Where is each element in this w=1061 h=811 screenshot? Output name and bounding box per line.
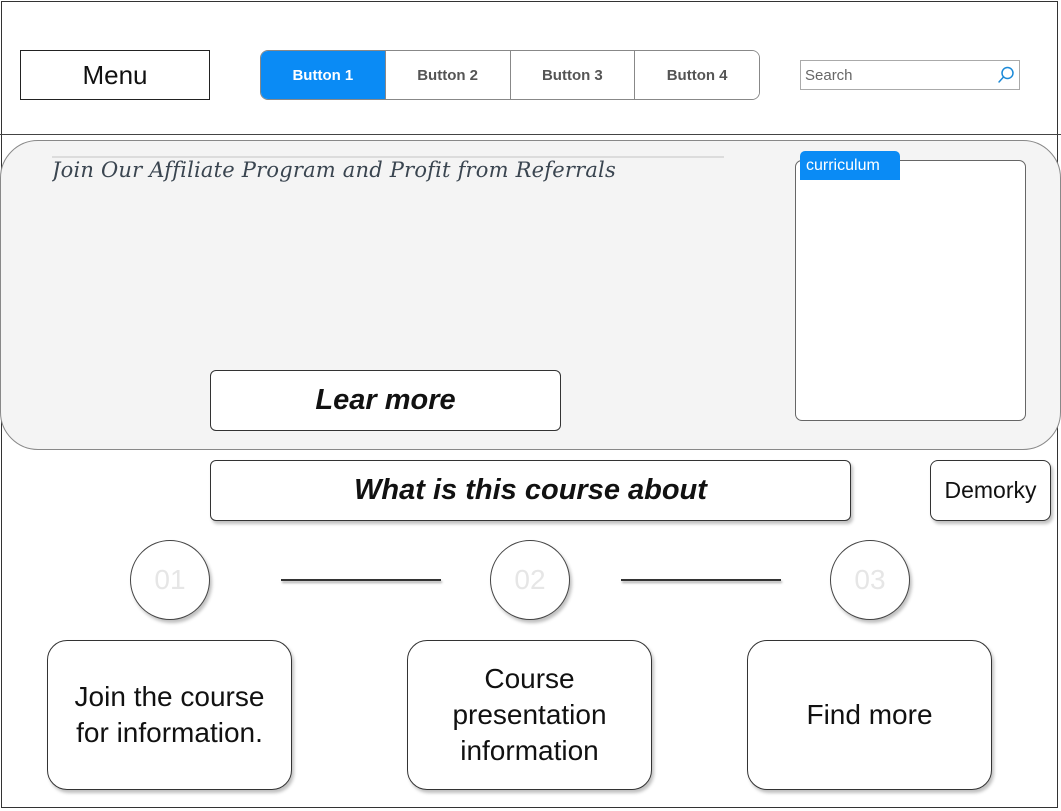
step-card-3[interactable]: Find more [747,640,992,790]
button-1[interactable]: Button 1 [261,51,385,99]
search-input[interactable] [805,64,990,86]
button-2[interactable]: Button 2 [384,51,510,99]
step-connector-1 [281,579,441,581]
search-icon[interactable] [996,65,1016,85]
step-circle-2: 02 [490,540,570,620]
step-card-1[interactable]: Join the course for information. [47,640,292,790]
step-card-2[interactable]: Course presentation information [407,640,652,790]
course-about-heading: What is this course about [210,460,851,521]
demorky-button[interactable]: Demorky [930,460,1051,521]
step-circle-1: 01 [130,540,210,620]
menu-button[interactable]: Menu [20,50,210,100]
button-group: Button 1 Button 2 Button 3 Button 4 [260,50,760,100]
curriculum-panel [795,160,1026,421]
step-connector-2 [621,579,781,581]
curriculum-tab[interactable]: curriculum [800,151,900,180]
button-3[interactable]: Button 3 [509,51,635,99]
header-divider [0,134,1061,135]
search-box [800,60,1020,90]
learn-more-button[interactable]: Lear more [210,370,561,431]
step-circle-3: 03 [830,540,910,620]
hero-title: Join Our Affiliate Program and Profit fr… [52,156,724,186]
button-4[interactable]: Button 4 [634,51,759,99]
hero-title-text: Join Our Affiliate Program and Profit fr… [52,158,724,186]
